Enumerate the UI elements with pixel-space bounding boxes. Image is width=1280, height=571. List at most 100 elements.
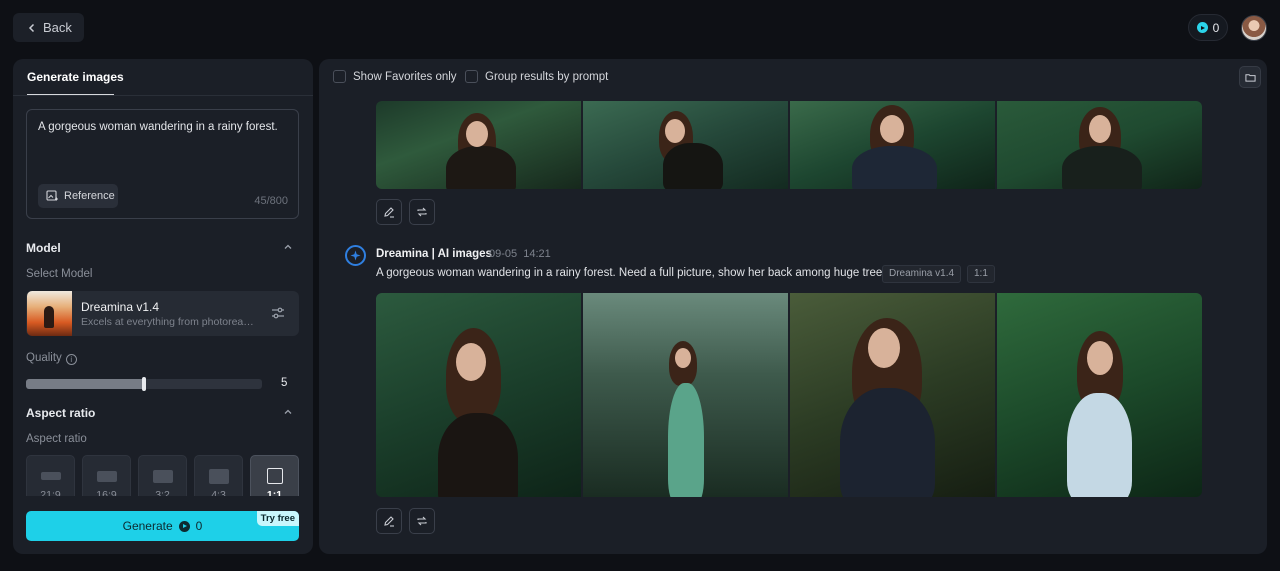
image-face-shape	[1087, 341, 1113, 375]
quality-value: 5	[281, 377, 288, 389]
image-face-shape	[665, 119, 685, 143]
result-image[interactable]	[376, 293, 581, 497]
generation-timestamp: 09-05 14:21	[489, 248, 551, 260]
regenerate-button[interactable]	[409, 508, 435, 534]
quality-slider-fill	[26, 379, 144, 389]
aspect-ratio-shape-icon	[152, 469, 173, 483]
image-figure-shape	[1062, 146, 1142, 189]
aspect-ratio-shape-icon	[266, 468, 283, 484]
model-selector[interactable]: Dreamina v1.4 Excels at everything from …	[26, 291, 299, 336]
sliders-icon[interactable]	[271, 306, 285, 320]
image-figure-shape	[663, 143, 723, 189]
aspect-ratio-option-1-1[interactable]: 1:1	[250, 455, 299, 501]
aspect-ratio-option-16-9[interactable]: 16:9	[82, 455, 131, 501]
image-figure-shape	[840, 388, 935, 497]
repeat-icon	[417, 207, 427, 217]
checkbox-box[interactable]	[333, 70, 346, 83]
generate-button[interactable]: Generate 0 Try free	[26, 511, 299, 541]
model-thumbnail	[27, 291, 72, 336]
credit-coin-icon	[178, 520, 190, 532]
aspect-ratio-shape-icon	[208, 468, 229, 484]
reference-label: Reference	[64, 190, 115, 202]
prompt-text: A gorgeous woman wandering in a rainy fo…	[38, 121, 278, 133]
image-figure-shape	[668, 383, 704, 497]
folder-icon	[1244, 73, 1256, 82]
regenerate-button[interactable]	[409, 199, 435, 225]
credits-value: 0	[1212, 20, 1220, 35]
show-favorites-label: Show Favorites only	[353, 70, 457, 83]
image-add-icon	[46, 190, 58, 201]
char-count: 45/800	[254, 195, 288, 207]
image-figure-shape	[438, 413, 518, 497]
reference-button[interactable]: Reference	[38, 184, 118, 208]
aspect-ratio-option-21-9[interactable]: 21:9	[26, 455, 75, 501]
image-figure-shape	[852, 146, 937, 189]
result-image-row	[376, 101, 1202, 189]
tab-divider	[13, 95, 313, 96]
aspect-ratio-shape-icon	[40, 472, 61, 480]
result-image[interactable]	[997, 101, 1202, 189]
result-image[interactable]	[790, 101, 995, 189]
result-image[interactable]	[790, 293, 995, 497]
quality-label-row: Quality i	[26, 352, 77, 365]
generation-time: 14:21	[523, 248, 551, 260]
generation-date: 09-05	[489, 248, 518, 260]
scroll-fade	[13, 496, 313, 510]
info-icon[interactable]: i	[65, 354, 77, 365]
prompt-input[interactable]: A gorgeous woman wandering in a rainy fo…	[26, 109, 299, 219]
image-face-shape	[456, 343, 486, 381]
chevron-up-icon[interactable]	[283, 407, 293, 417]
aspect-ratio-option-4-3[interactable]: 4:3	[194, 455, 243, 501]
group-by-prompt-checkbox[interactable]: Group results by prompt	[465, 70, 608, 83]
image-figure-shape	[1067, 393, 1132, 497]
aspect-ratio-option-3-2[interactable]: 3:2	[138, 455, 187, 501]
ratio-tag: 1:1	[967, 265, 995, 283]
image-face-shape	[466, 121, 488, 147]
back-label: Back	[43, 20, 72, 35]
aspect-ratio-options: 21:9 16:9 3:2 4:3 1:1	[26, 455, 301, 501]
image-face-shape	[675, 348, 691, 368]
back-button[interactable]: Back	[13, 13, 84, 42]
model-tag: Dreamina v1.4	[882, 265, 962, 283]
pencil-icon	[384, 207, 394, 218]
generation-author: Dreamina | AI images	[376, 248, 492, 260]
image-face-shape	[1089, 115, 1111, 143]
result-image[interactable]	[376, 101, 581, 189]
generate-label: Generate	[122, 519, 173, 533]
quality-label: Quality	[26, 352, 62, 364]
aspect-ratio-shape-icon	[96, 470, 117, 482]
result-image-row	[376, 293, 1202, 497]
try-free-badge: Try free	[256, 511, 299, 526]
image-face-shape	[868, 328, 900, 368]
generate-panel: Generate images A gorgeous woman wanderi…	[13, 59, 313, 554]
chevron-left-icon	[28, 23, 35, 32]
result-image[interactable]	[997, 293, 1202, 497]
tab-generate-images[interactable]: Generate images	[27, 70, 124, 84]
image-face-shape	[880, 115, 904, 143]
image-figure-shape	[446, 146, 516, 189]
dreamina-logo-icon	[345, 245, 366, 266]
select-model-label: Select Model	[26, 268, 93, 280]
aspect-section-title: Aspect ratio	[26, 406, 96, 420]
edit-button[interactable]	[376, 199, 402, 225]
checkbox-box[interactable]	[465, 70, 478, 83]
avatar[interactable]	[1241, 15, 1267, 41]
aspect-ratio-label: Aspect ratio	[26, 433, 87, 445]
show-favorites-checkbox[interactable]: Show Favorites only	[333, 70, 457, 83]
repeat-icon	[417, 516, 427, 526]
quality-slider-handle[interactable]	[142, 377, 146, 391]
credits-balance[interactable]: 0	[1188, 14, 1228, 41]
result-image[interactable]	[583, 293, 788, 497]
edit-button[interactable]	[376, 508, 402, 534]
folder-button[interactable]	[1239, 66, 1261, 88]
quality-slider[interactable]	[26, 377, 262, 391]
generate-cost: 0	[195, 519, 203, 533]
results-panel: Show Favorites only Group results by pro…	[319, 59, 1267, 554]
chevron-up-icon[interactable]	[283, 242, 293, 252]
generation-prompt: A gorgeous woman wandering in a rainy fo…	[376, 267, 889, 279]
result-image[interactable]	[583, 101, 788, 189]
pencil-icon	[384, 516, 394, 527]
model-section-title: Model	[26, 241, 61, 255]
model-description: Excels at everything from photorealism t…	[81, 316, 256, 328]
credit-coin-icon	[1196, 22, 1208, 33]
